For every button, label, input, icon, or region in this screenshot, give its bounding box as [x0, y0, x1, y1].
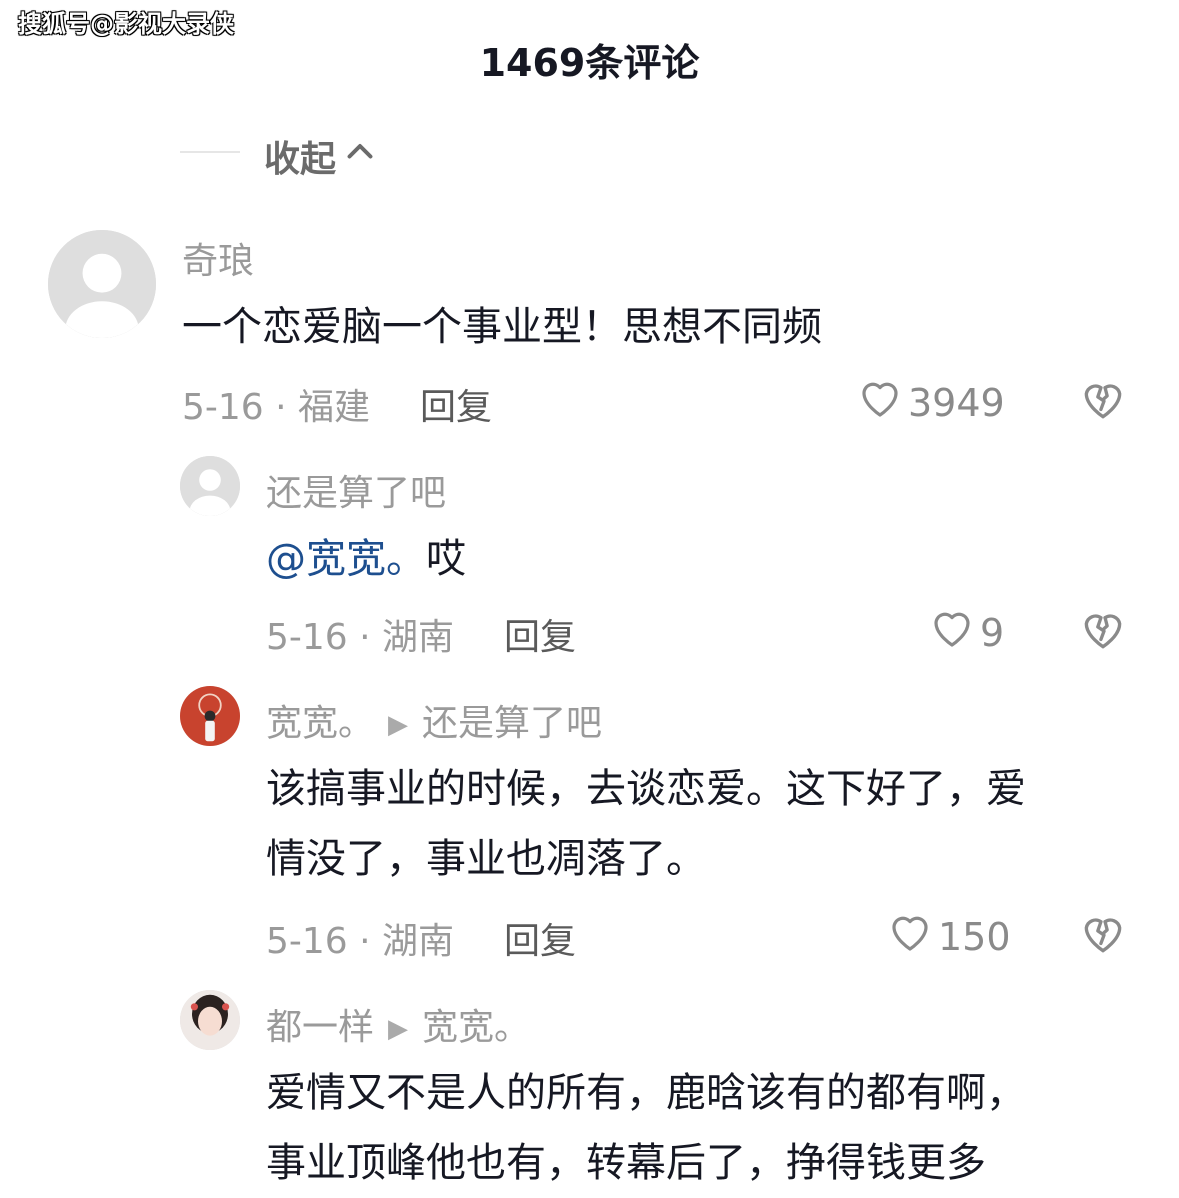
reply-author[interactable]: 还是算了吧 — [266, 464, 446, 516]
play-arrow-icon: ▶ — [388, 1014, 409, 1044]
like-count: 3949 — [908, 380, 1005, 425]
avatar[interactable] — [180, 990, 240, 1050]
avatar[interactable] — [180, 686, 240, 746]
reply-date-location: 5-16 · 湖南 — [266, 921, 455, 962]
reply-button[interactable]: 回复 — [420, 378, 492, 430]
comment-text: 一个恋爱脑一个事业型！思想不同频 — [182, 304, 822, 350]
reply-text: 爱情又不是人的所有，鹿晗该有的都有啊， 事业顶峰他也有，转幕后了，挣得钱更多 — [266, 1058, 1026, 1198]
reply-header: 宽宽。 ▶ 还是算了吧 — [266, 694, 602, 746]
reply-text-line: 爱情又不是人的所有，鹿晗该有的都有啊， — [266, 1070, 1026, 1116]
reply-button[interactable]: 回复 — [504, 608, 576, 660]
avatar[interactable] — [48, 230, 156, 338]
comment-date-location: 5-16 · 福建 — [182, 387, 371, 428]
reply-author[interactable]: 宽宽。 — [266, 703, 374, 744]
reply-text: 该搞事业的时候，去谈恋爱。这下好了，爱 情没了，事业也凋落了。 — [266, 754, 1026, 894]
like-button[interactable]: 150 — [886, 908, 1011, 965]
broken-heart-icon — [1078, 374, 1128, 424]
heart-icon — [886, 908, 934, 965]
reply-text-body: 哎 — [426, 536, 466, 582]
dislike-button[interactable] — [1078, 604, 1128, 654]
like-count: 150 — [938, 914, 1011, 959]
broken-heart-icon — [1078, 604, 1128, 654]
like-count: 9 — [980, 610, 1005, 655]
collapse-button[interactable]: 收起 — [264, 130, 378, 182]
reply-text: @宽宽。哎 — [266, 524, 466, 594]
mention-link[interactable]: @宽宽。 — [266, 536, 426, 582]
heart-icon — [928, 604, 976, 661]
reply-to-author[interactable]: 还是算了吧 — [422, 703, 602, 744]
broken-heart-icon — [1078, 908, 1128, 958]
comment-author[interactable]: 奇琅 — [182, 232, 254, 284]
reply-author[interactable]: 都一样 — [266, 1007, 374, 1048]
reply-date-location: 5-16 · 湖南 — [266, 617, 455, 658]
play-arrow-icon: ▶ — [388, 710, 409, 740]
reply-text-line: 情没了，事业也凋落了。 — [266, 836, 706, 882]
reply-text-line: 该搞事业的时候，去谈恋爱。这下好了，爱 — [266, 766, 1026, 812]
chevron-up-icon — [342, 134, 378, 179]
like-button[interactable]: 9 — [928, 604, 1004, 661]
reply-button[interactable]: 回复 — [504, 912, 576, 964]
avatar[interactable] — [180, 456, 240, 516]
dislike-button[interactable] — [1078, 374, 1128, 424]
dislike-button[interactable] — [1078, 908, 1128, 958]
reply-header: 都一样 ▶ 宽宽。 — [266, 998, 530, 1050]
like-button[interactable]: 3949 — [856, 374, 1005, 431]
reply-to-author[interactable]: 宽宽。 — [422, 1007, 530, 1048]
collapse-label: 收起 — [264, 139, 337, 180]
reply-text-line: 事业顶峰他也有，转幕后了，挣得钱更多 — [266, 1140, 986, 1186]
comments-count-title: 1469条评论 — [479, 41, 700, 85]
divider — [180, 151, 240, 153]
heart-icon — [856, 374, 904, 431]
